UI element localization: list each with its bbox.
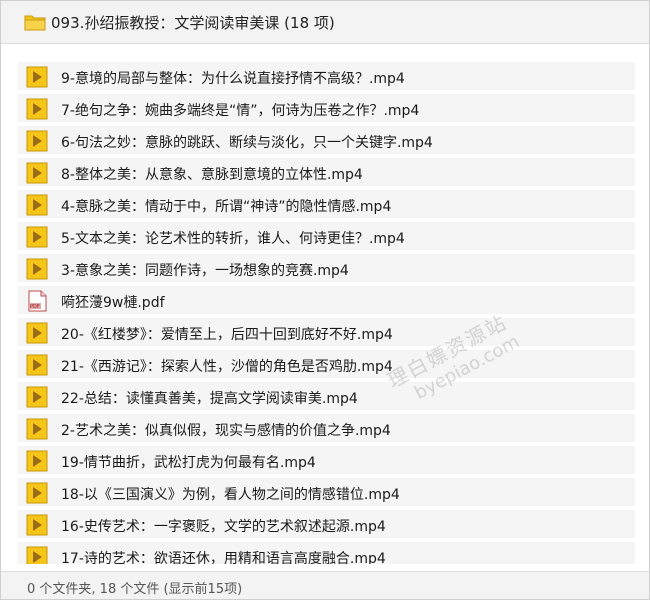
file-name: 22-总结：读懂真善美，提高文学阅读审美.mp4 (61, 391, 358, 407)
file-row[interactable]: 6-句法之妙：意脉的跳跃、断续与淡化，只一个关键字.mp4 (18, 126, 635, 154)
pdf-file-icon: PDF (28, 290, 47, 312)
file-row[interactable]: 16-史传艺术：一字褒贬，文学的艺术叙述起源.mp4 (18, 510, 635, 538)
video-file-icon (26, 418, 48, 440)
file-row[interactable]: 3-意象之美：同题作诗，一场想象的竞赛.mp4 (18, 254, 635, 282)
file-name: 6-句法之妙：意脉的跳跃、断续与淡化，只一个关键字.mp4 (61, 135, 433, 151)
file-row[interactable]: 18-以《三国演义》为例，看人物之间的情感错位.mp4 (18, 478, 635, 506)
video-file-icon (26, 450, 48, 472)
file-name: 2-艺术之美：似真似假，现实与感情的价值之争.mp4 (61, 423, 391, 439)
file-name: 7-绝句之争：婉曲多端终是“情”，何诗为压卷之作？.mp4 (61, 103, 420, 119)
video-file-icon (26, 322, 48, 344)
file-row[interactable]: 8-整体之美：从意象、意脉到意境的立体性.mp4 (18, 158, 635, 186)
file-row[interactable]: PDF 嗬狉薓9w槤.pdf (18, 286, 635, 314)
file-row[interactable]: 2-艺术之美：似真似假，现实与感情的价值之争.mp4 (18, 414, 635, 442)
file-row[interactable]: 7-绝句之争：婉曲多端终是“情”，何诗为压卷之作？.mp4 (18, 94, 635, 122)
svg-text:PDF: PDF (30, 304, 40, 310)
video-file-icon (26, 66, 48, 88)
file-name: 3-意象之美：同题作诗，一场想象的竞赛.mp4 (61, 263, 349, 279)
status-bar: 0 个文件夹, 18 个文件 (显示前15项) (1, 571, 649, 599)
file-name: 17-诗的艺术：欲语还休，用精和语言高度融合.mp4 (61, 551, 386, 564)
video-file-icon (26, 194, 48, 216)
video-file-icon (26, 514, 48, 536)
file-row[interactable]: 5-文本之美：论艺术性的转折，谁人、何诗更佳？.mp4 (18, 222, 635, 250)
video-file-icon (26, 546, 48, 564)
window-header: 093.孙绍振教授：文学阅读审美课 (18 项) (1, 1, 649, 44)
video-file-icon (26, 162, 48, 184)
file-name: 5-文本之美：论艺术性的转折，谁人、何诗更佳？.mp4 (61, 231, 405, 247)
folder-title: 093.孙绍振教授：文学阅读审美课 (18 项) (51, 14, 335, 32)
video-file-icon (26, 354, 48, 376)
file-name: 9-意境的局部与整体：为什么说直接抒情不高级？.mp4 (61, 71, 405, 87)
file-name: 4-意脉之美：情动于中，所谓“神诗”的隐性情感.mp4 (61, 199, 392, 215)
video-file-icon (26, 98, 48, 120)
file-row[interactable]: 21-《西游记》：探索人性，沙僧的角色是否鸡肋.mp4 (18, 350, 635, 378)
video-file-icon (26, 130, 48, 152)
file-name: 8-整体之美：从意象、意脉到意境的立体性.mp4 (61, 167, 363, 183)
file-row[interactable]: 9-意境的局部与整体：为什么说直接抒情不高级？.mp4 (18, 62, 635, 90)
file-name: 19-情节曲折，武松打虎为何最有名.mp4 (61, 455, 316, 471)
video-file-icon (26, 226, 48, 248)
video-file-icon (26, 386, 48, 408)
folder-icon (24, 15, 46, 31)
file-list-window: 093.孙绍振教授：文学阅读审美课 (18 项) 9-意境的局部与整体：为什么说… (0, 0, 650, 600)
file-row[interactable]: 19-情节曲折，武松打虎为何最有名.mp4 (18, 446, 635, 474)
file-row[interactable]: 22-总结：读懂真善美，提高文学阅读审美.mp4 (18, 382, 635, 410)
status-text: 0 个文件夹, 18 个文件 (显示前15项) (27, 582, 243, 597)
file-list: 9-意境的局部与整体：为什么说直接抒情不高级？.mp4 7-绝句之争：婉曲多端终是… (1, 44, 649, 564)
file-name: 20-《红楼梦》：爱情至上，后四十回到底好不好.mp4 (61, 327, 393, 343)
file-name: 16-史传艺术：一字褒贬，文学的艺术叙述起源.mp4 (61, 519, 386, 535)
file-row[interactable]: 17-诗的艺术：欲语还休，用精和语言高度融合.mp4 (18, 542, 635, 564)
file-name: 18-以《三国演义》为例，看人物之间的情感错位.mp4 (61, 487, 400, 503)
file-row[interactable]: 4-意脉之美：情动于中，所谓“神诗”的隐性情感.mp4 (18, 190, 635, 218)
video-file-icon (26, 482, 48, 504)
video-file-icon (26, 258, 48, 280)
file-name: 嗬狉薓9w槤.pdf (61, 295, 165, 311)
file-name: 21-《西游记》：探索人性，沙僧的角色是否鸡肋.mp4 (61, 359, 393, 375)
file-row[interactable]: 20-《红楼梦》：爱情至上，后四十回到底好不好.mp4 (18, 318, 635, 346)
